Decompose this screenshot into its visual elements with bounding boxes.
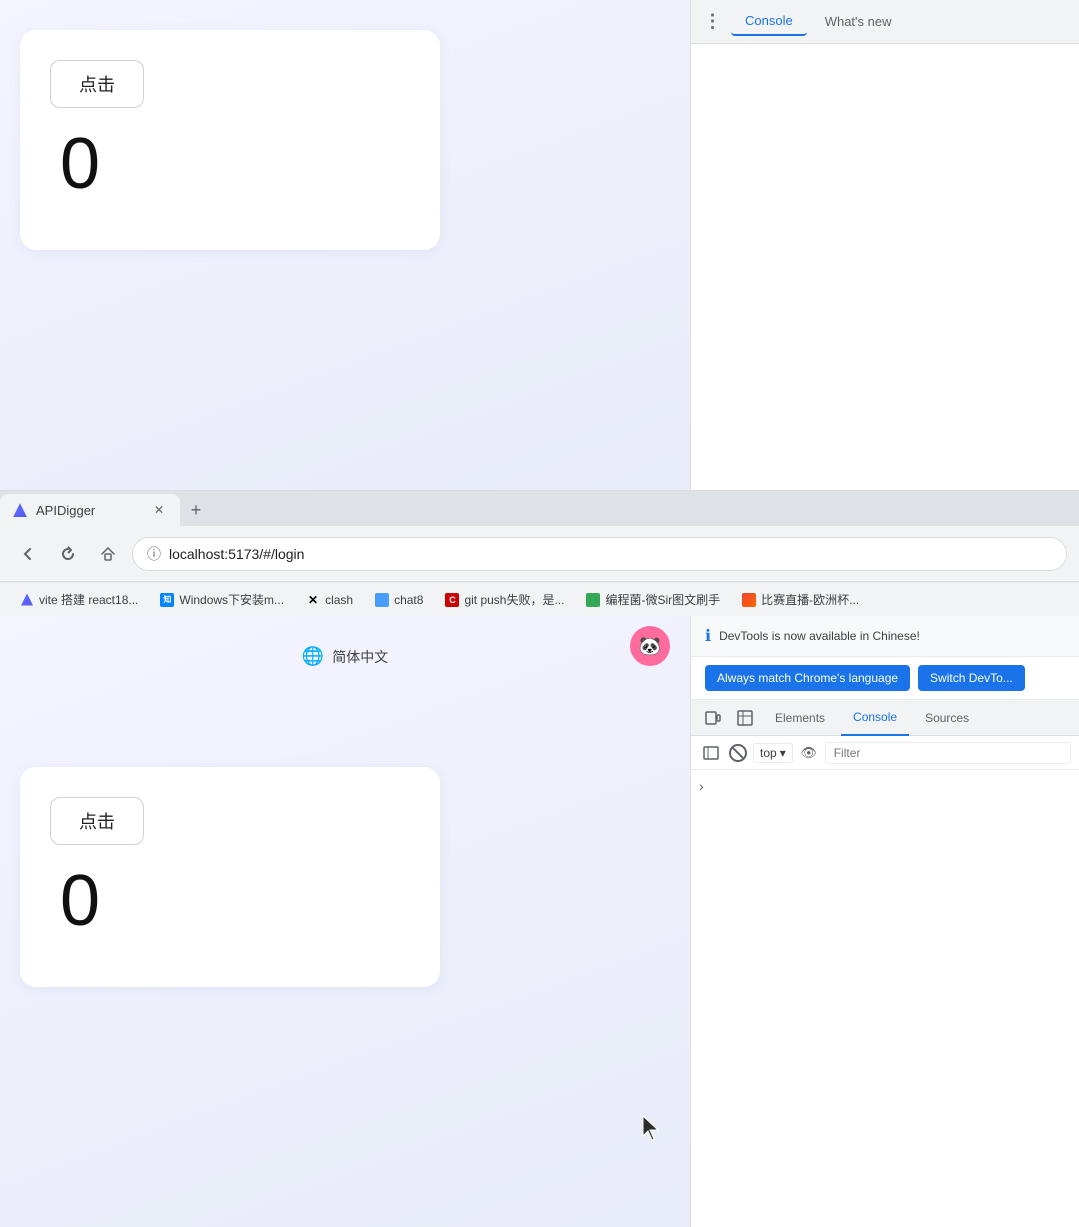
custom-formatters-icon[interactable]: 👁: [799, 743, 819, 763]
chat8-icon: [375, 593, 389, 607]
language-selector[interactable]: 🌐 简体中文: [20, 636, 670, 677]
devtools-panel-tabs: Elements Console Sources: [691, 700, 1079, 736]
tab-sources-label: Sources: [925, 711, 969, 725]
tab-favicon: [12, 502, 28, 518]
dropdown-arrow: ▾: [780, 746, 786, 760]
zhihu-icon: 知: [160, 593, 174, 607]
bookmark-label-zhihu: Windows下安装m...: [179, 591, 284, 608]
bookmarks-bar: vite 搭建 react18... 知 Windows下安装m... ✕ cl…: [0, 582, 1079, 616]
console-chevron-icon: ›: [699, 778, 704, 794]
devtools-action-buttons: Always match Chrome's language Switch De…: [691, 657, 1079, 700]
bookmark-label-clash: clash: [325, 593, 353, 607]
devtools-notification: ℹ DevTools is now available in Chinese!: [691, 616, 1079, 657]
context-label: top: [760, 746, 777, 760]
counter-card-bottom: 点击 0: [20, 767, 440, 987]
new-tab-button[interactable]: +: [180, 494, 212, 526]
count-value-bottom: 0: [60, 865, 410, 937]
bookmark-favicon-biancheng: [586, 593, 600, 607]
devtools-tab-bar-top: ⋮ Console What's new: [691, 0, 1079, 44]
devtools-panel-bottom: ℹ DevTools is now available in Chinese! …: [690, 616, 1079, 1227]
bookmark-label-git: git push失败，是...: [464, 591, 564, 608]
devtools-panel-top: ⋮ Console What's new: [690, 0, 1079, 490]
bookmark-bisai[interactable]: 比赛直播-欧洲杯...: [734, 588, 867, 611]
console-prompt-line: ›: [699, 778, 704, 794]
match-language-button[interactable]: Always match Chrome's language: [705, 665, 910, 691]
tab-elements-label: Elements: [775, 711, 825, 725]
bookmark-biancheng[interactable]: 编程菌-微Sir图文刷手: [578, 588, 728, 611]
switch-devtools-button[interactable]: Switch DevTo...: [918, 665, 1025, 691]
bookmark-label-vite: vite 搭建 react18...: [39, 591, 138, 608]
chrome-browser-chrome: APIDigger ✕ + ⓘ localhost:5173/#/login: [0, 490, 1079, 582]
clear-console-icon[interactable]: [729, 744, 747, 762]
devtools-tab-console[interactable]: Console: [731, 7, 807, 36]
context-dropdown[interactable]: top ▾: [753, 743, 793, 763]
browser-tab-apidigger[interactable]: APIDigger ✕: [0, 494, 180, 526]
bookmark-chat8[interactable]: chat8: [367, 590, 431, 610]
bookmark-favicon-zhihu: 知: [160, 593, 174, 607]
globe-icon: 🌐: [302, 646, 324, 667]
click-button-top[interactable]: 点击: [50, 60, 144, 108]
tab-elements[interactable]: Elements: [763, 700, 837, 736]
page-content-top: 点击 0: [0, 0, 690, 490]
notification-text: DevTools is now available in Chinese!: [719, 629, 920, 643]
codepen-icon: C: [445, 593, 459, 607]
vite-icon: [13, 503, 27, 517]
bookmark-favicon-git: C: [445, 593, 459, 607]
inspect-element-icon[interactable]: [731, 704, 759, 732]
sidebar-toggle-icon[interactable]: [699, 741, 723, 765]
bookmark-favicon-clash: ✕: [306, 593, 320, 607]
bookmark-clash[interactable]: ✕ clash: [298, 590, 361, 610]
bookmark-favicon-bisai: [742, 593, 756, 607]
address-url: localhost:5173/#/login: [169, 546, 304, 562]
tab-console[interactable]: Console: [841, 700, 909, 736]
bookmark-label-bisai: 比赛直播-欧洲杯...: [761, 591, 859, 608]
bookmark-label-chat8: chat8: [394, 593, 423, 607]
devtools-menu-icon[interactable]: ⋮: [699, 8, 727, 36]
address-input[interactable]: ⓘ localhost:5173/#/login: [132, 537, 1067, 571]
vite-small-icon: [21, 594, 33, 606]
count-value-top: 0: [60, 128, 410, 200]
x-icon: ✕: [306, 593, 320, 607]
bookmark-label-biancheng: 编程菌-微Sir图文刷手: [605, 591, 720, 608]
redorange-icon: [742, 593, 756, 607]
bookmark-favicon-chat8: [375, 593, 389, 607]
bookmark-vite[interactable]: vite 搭建 react18...: [12, 588, 146, 611]
notification-info-icon: ℹ: [705, 626, 711, 646]
address-security-icon: ⓘ: [147, 544, 161, 564]
address-bar-row: ⓘ localhost:5173/#/login: [0, 526, 1079, 581]
tab-console-label: Console: [853, 710, 897, 724]
console-content-area[interactable]: ›: [691, 770, 1079, 1227]
bookmark-favicon-vite: [20, 593, 34, 607]
devtools-empty-area: [691, 44, 1079, 490]
translate-button[interactable]: 🐼: [630, 626, 670, 666]
bookmark-zhihu[interactable]: 知 Windows下安装m...: [152, 588, 292, 611]
language-label: 简体中文: [332, 647, 388, 667]
mouse-cursor: [640, 1114, 660, 1147]
page-content-bottom: 🌐 简体中文 🐼 点击 0: [0, 616, 690, 1227]
bookmark-git[interactable]: C git push失败，是...: [437, 588, 572, 611]
green-icon: [586, 593, 600, 607]
device-toolbar-icon[interactable]: [699, 704, 727, 732]
console-filter-input[interactable]: [825, 742, 1071, 764]
devtools-tab-whats-new[interactable]: What's new: [811, 8, 906, 35]
nav-home-button[interactable]: [92, 538, 124, 570]
browser-bottom-section: 🌐 简体中文 🐼 点击 0 ℹ DevTools is now availabl…: [0, 616, 1079, 1227]
click-button-bottom[interactable]: 点击: [50, 797, 144, 845]
nav-reload-button[interactable]: [52, 538, 84, 570]
tab-title: APIDigger: [36, 503, 95, 518]
nav-back-button[interactable]: [12, 538, 44, 570]
counter-card-top: 点击 0: [20, 30, 440, 250]
tab-close-button[interactable]: ✕: [150, 501, 168, 519]
tab-sources[interactable]: Sources: [913, 700, 981, 736]
tab-bar: APIDigger ✕ +: [0, 491, 1079, 526]
console-toolbar: top ▾ 👁: [691, 736, 1079, 770]
translate-icon: 🐼: [639, 636, 661, 657]
